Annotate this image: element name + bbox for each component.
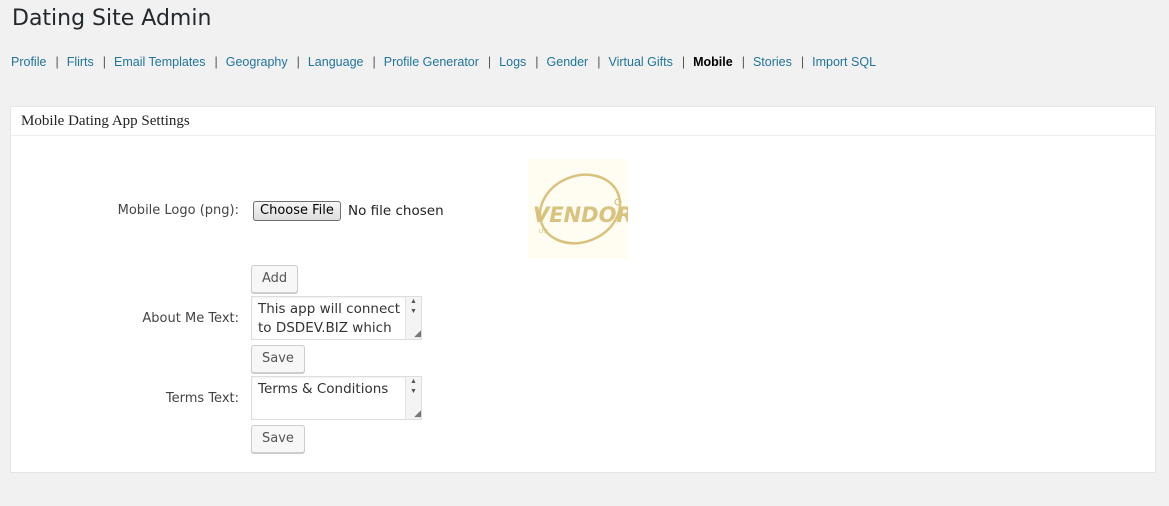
textarea-scrollbar[interactable]: ▲ ▼ ◢: [405, 297, 421, 339]
mobile-logo-label: Mobile Logo (png):: [117, 203, 239, 218]
nav-profile-generator[interactable]: Profile Generator: [384, 55, 479, 69]
nav-mobile[interactable]: Mobile: [693, 55, 733, 69]
nav-separator: |: [296, 55, 300, 69]
terms-textarea[interactable]: Terms & Conditions ▲ ▼ ◢: [251, 376, 422, 420]
add-logo-button[interactable]: Add: [251, 265, 299, 293]
nav-stories[interactable]: Stories: [753, 55, 792, 69]
resize-grip-icon[interactable]: ◢: [407, 407, 421, 419]
panel-title: Mobile Dating App Settings: [11, 107, 1155, 136]
scroll-down-icon[interactable]: ▼: [406, 387, 421, 397]
save-about-button[interactable]: Save: [251, 345, 305, 373]
admin-nav: Profile | Flirts | Email Templates | Geography…: [11, 55, 876, 69]
nav-separator: |: [800, 55, 805, 69]
logo-wordmark: VENDOR: [533, 203, 628, 227]
nav-separator: |: [597, 55, 601, 69]
nav-gender[interactable]: Gender: [547, 55, 589, 69]
scroll-up-icon[interactable]: ▲: [406, 297, 421, 307]
nav-geography[interactable]: Geography: [226, 55, 288, 69]
file-status-text: No file chosen: [348, 203, 444, 219]
nav-import-sql[interactable]: Import SQL: [812, 55, 876, 69]
nav-separator: |: [487, 55, 492, 69]
nav-virtual-gifts[interactable]: Virtual Gifts: [608, 55, 672, 69]
nav-separator: |: [372, 55, 376, 69]
nav-separator: |: [214, 55, 218, 69]
nav-language[interactable]: Language: [308, 55, 364, 69]
textarea-scrollbar[interactable]: ▲ ▼ ◢: [405, 377, 421, 419]
logo-subtext: LTD: [539, 229, 548, 235]
nav-profile[interactable]: Profile: [11, 55, 46, 69]
nav-email-templates[interactable]: Email Templates: [114, 55, 205, 69]
terms-label: Terms Text:: [165, 391, 239, 406]
nav-separator: |: [535, 55, 539, 69]
nav-flirts[interactable]: Flirts: [67, 55, 94, 69]
about-me-textarea[interactable]: This app will connect to DSDEV.BIZ which…: [251, 296, 422, 340]
about-me-text: This app will connect to DSDEV.BIZ which: [258, 301, 405, 336]
nav-separator: |: [102, 55, 107, 69]
nav-separator: |: [741, 55, 745, 69]
scroll-up-icon[interactable]: ▲: [406, 377, 421, 387]
about-me-label: About Me Text:: [142, 311, 239, 326]
resize-grip-icon[interactable]: ◢: [407, 327, 421, 339]
nav-separator: |: [681, 55, 686, 69]
mobile-logo-preview: VENDOR LTD: [528, 159, 633, 259]
choose-file-button[interactable]: Choose File: [253, 201, 341, 221]
vendor-logo-icon: VENDOR LTD: [533, 173, 633, 245]
terms-text: Terms & Conditions: [258, 381, 389, 397]
mobile-settings-panel: Mobile Dating App Settings Mobile Logo (…: [10, 106, 1156, 473]
scroll-down-icon[interactable]: ▼: [406, 307, 421, 317]
page-title: Dating Site Admin: [12, 6, 212, 31]
nav-logs[interactable]: Logs: [499, 55, 526, 69]
nav-separator: |: [55, 55, 59, 69]
save-terms-button[interactable]: Save: [251, 425, 305, 453]
